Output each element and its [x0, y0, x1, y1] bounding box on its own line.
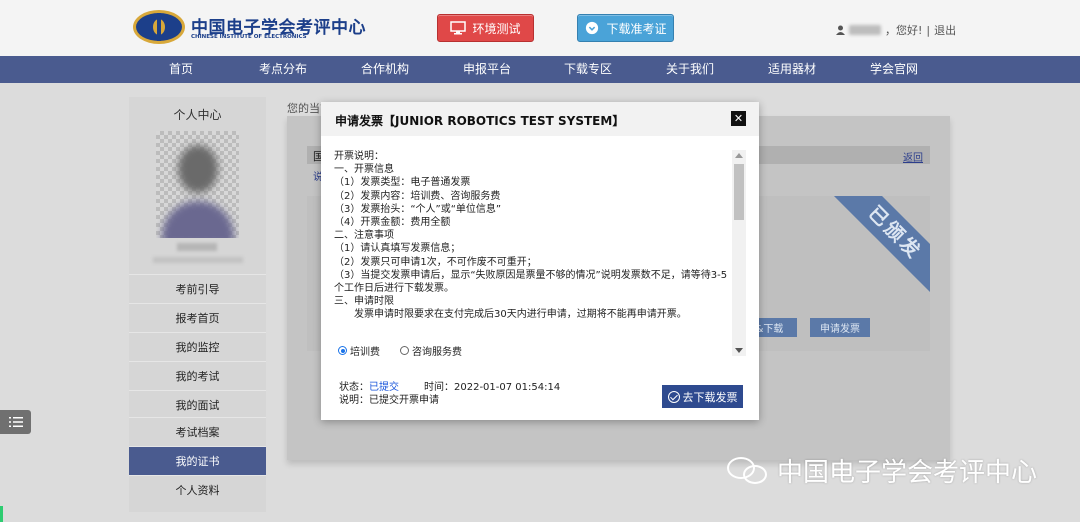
issued-ribbon: 已颁发: [810, 196, 930, 316]
instruction-line: （3）发票抬头：“个人”或“单位信息”: [334, 203, 502, 215]
sidebar-item-my-exams[interactable]: 我的考试: [129, 361, 266, 390]
nav-item-downloads[interactable]: 下载专区: [564, 56, 612, 83]
instruction-line: （2）发票内容：培训费、咨询服务费: [334, 190, 501, 202]
cie-emblem-icon: [133, 10, 185, 44]
sidebar-item-my-monitoring[interactable]: 我的监控: [129, 332, 266, 361]
nav-item-test-sites[interactable]: 考点分布: [259, 56, 307, 83]
user-id-redacted: [153, 257, 243, 263]
greeting-text: ，您好!: [885, 24, 923, 37]
dialog-header: 申请发票【JUNIOR ROBOTICS TEST SYSTEM】 ✕: [321, 102, 759, 136]
instruction-line: 三、申请时限: [334, 296, 394, 308]
issued-stamp-label: 已颁发: [810, 196, 930, 316]
nav-item-about[interactable]: 关于我们: [666, 56, 714, 83]
nav-item-partners[interactable]: 合作机构: [361, 56, 409, 83]
sidebar-item-my-certificates[interactable]: 我的证书: [129, 446, 266, 475]
note-label: 说明：: [339, 395, 369, 406]
nav-item-official-site[interactable]: 学会官网: [870, 56, 918, 83]
avatar: [156, 131, 239, 238]
radio-unselected-icon[interactable]: [400, 346, 409, 355]
green-edge-marker: [0, 506, 3, 522]
site-logo[interactable]: 中国电子学会考评中心 CHINESE INSTITUTE OF ELECTRON…: [133, 10, 373, 46]
radio-consulting-fee-label: 咨询服务费: [412, 347, 462, 356]
radio-selected-icon[interactable]: [338, 346, 347, 355]
radio-training-fee[interactable]: 培训费: [338, 343, 380, 356]
environment-test-button[interactable]: 环境测试: [437, 14, 534, 42]
user-area: ，您好! | 退出: [836, 22, 956, 38]
floating-menu-button[interactable]: [0, 410, 31, 434]
note-field: 说明：已提交开票申请: [339, 391, 439, 406]
instruction-line: （2）发票只可申请1次，不可作废不可重开；: [334, 256, 537, 268]
time-value: 2022-01-07 01:54:14: [454, 382, 561, 393]
user-name-redacted: [177, 243, 217, 251]
apply-invoice-button[interactable]: 申请发票: [810, 318, 870, 337]
instruction-line: 开票说明：: [334, 151, 384, 162]
apply-invoice-dialog: 申请发票【JUNIOR ROBOTICS TEST SYSTEM】 ✕ 开票说明…: [321, 102, 759, 420]
note-value: 已提交开票申请: [369, 395, 439, 406]
invoice-content-radio-group: 培训费 咨询服务费: [338, 343, 462, 356]
main-nav: 首页 考点分布 合作机构 申报平台 下载专区 关于我们 适用器材 学会官网: [0, 56, 1080, 83]
wechat-icon: [727, 453, 771, 489]
instruction-line: 一、开票信息: [334, 164, 394, 176]
sidebar-item-exam-archive[interactable]: 考试档案: [129, 417, 266, 446]
user-name-redacted: [849, 25, 881, 35]
scroll-down-arrow-icon[interactable]: [735, 348, 743, 353]
personal-center-sidebar: 个人中心 考前引导 报考首页 我的监控 我的考试 我的面试 考试档案 我的证书 …: [129, 97, 266, 512]
watermark-text: 中国电子学会考评中心: [777, 458, 1038, 488]
sidebar-item-exam-guide[interactable]: 考前引导: [129, 274, 266, 303]
monitor-icon: [450, 21, 467, 35]
close-button[interactable]: ✕: [731, 111, 746, 126]
check-circle-icon: [667, 390, 680, 403]
nav-item-equipment[interactable]: 适用器材: [768, 56, 816, 83]
radio-training-fee-label: 培训费: [350, 347, 380, 356]
download-invoice-button[interactable]: 去下载发票: [662, 385, 743, 408]
time-field: 时间：2022-01-07 01:54:14: [424, 378, 560, 393]
radio-consulting-fee[interactable]: 咨询服务费: [400, 343, 462, 356]
sidebar-item-profile[interactable]: 个人资料: [129, 475, 266, 504]
sidebar-title: 个人中心: [173, 108, 222, 122]
environment-test-label: 环境测试: [472, 21, 521, 36]
user-icon: [836, 25, 845, 35]
download-ticket-label: 下载准考证: [606, 21, 667, 36]
dialog-scrollbar[interactable]: [732, 150, 746, 356]
instruction-line: （1）请认真填写发票信息；: [334, 243, 461, 255]
scroll-up-arrow-icon[interactable]: [735, 153, 743, 158]
site-header: 中国电子学会考评中心 CHINESE INSTITUTE OF ELECTRON…: [0, 0, 1080, 56]
instruction-line: （3）当提交发票申请后，显示“失败原因是票量不够的情况”说明发票数不足，请等待3…: [334, 269, 728, 295]
invoice-instructions-scroll-area[interactable]: 开票说明： 一、开票信息 （1）发票类型：电子普通发票 （2）发票内容：培训费、…: [334, 150, 746, 356]
download-invoice-label: 去下载发票: [682, 390, 738, 404]
download-circle-icon: [586, 21, 599, 35]
logout-link[interactable]: 退出: [934, 22, 956, 38]
instruction-line: 发票申请时限要求在支付完成后30天内进行申请，过期将不能再申请开票。: [334, 309, 687, 321]
sidebar-item-my-interviews[interactable]: 我的面试: [129, 390, 266, 419]
sidebar-item-registration-home[interactable]: 报考首页: [129, 303, 266, 332]
instruction-line: （1）发票类型：电子普通发票: [334, 177, 471, 189]
wechat-watermark: 中国电子学会考评中心: [727, 452, 1037, 489]
logo-english-text: CHINESE INSTITUTE OF ELECTRONICS: [191, 34, 307, 40]
separator: |: [926, 23, 931, 37]
invoice-instructions-text: 开票说明： 一、开票信息 （1）发票类型：电子普通发票 （2）发票内容：培训费、…: [334, 150, 729, 322]
return-link[interactable]: 返回: [903, 149, 923, 164]
dialog-title: 申请发票【JUNIOR ROBOTICS TEST SYSTEM】: [335, 114, 625, 128]
scrollbar-thumb[interactable]: [734, 164, 744, 220]
instruction-line: 二、注意事项: [334, 230, 394, 242]
list-icon: [8, 417, 23, 427]
download-admission-ticket-button[interactable]: 下载准考证: [577, 14, 674, 42]
instruction-line: （4）开票金额：费用全额: [334, 217, 451, 229]
nav-item-home[interactable]: 首页: [169, 56, 193, 83]
nav-item-application-platform[interactable]: 申报平台: [463, 56, 511, 83]
